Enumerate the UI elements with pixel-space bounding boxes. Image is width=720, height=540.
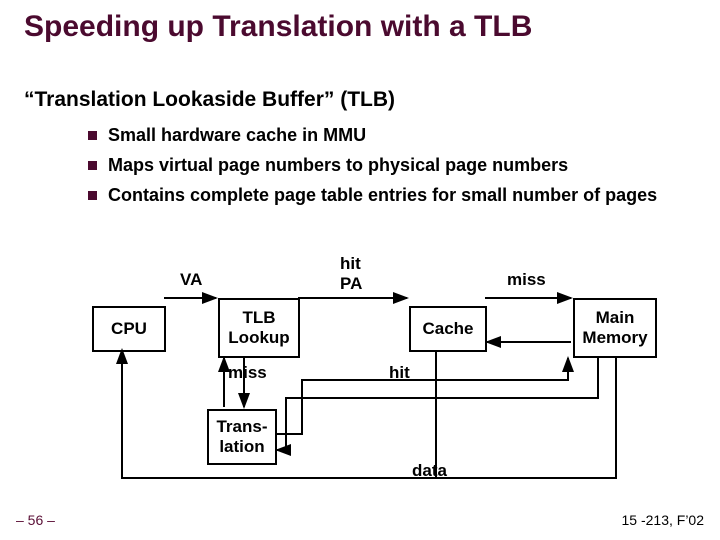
label-miss-top: miss [507, 270, 546, 290]
box-cpu: CPU [92, 306, 166, 352]
box-memory: Main Memory [573, 298, 657, 358]
slide-subtitle: “Translation Lookaside Buffer” (TLB) [24, 88, 395, 112]
label-data: data [412, 461, 447, 481]
footer-course: 15 -213, F’02 [622, 512, 705, 528]
bullet-item: Contains complete page table entries for… [88, 184, 690, 208]
label-hit-bot: hit [389, 363, 410, 383]
label-va: VA [180, 270, 202, 290]
footer-page-number: – 56 – [16, 512, 55, 528]
diagram-arrows [0, 0, 720, 540]
bullet-list: Small hardware cache in MMU Maps virtual… [88, 124, 690, 213]
box-cache: Cache [409, 306, 487, 352]
box-translation: Trans- lation [207, 409, 277, 465]
slide-title: Speeding up Translation with a TLB [24, 10, 710, 44]
bullet-item: Maps virtual page numbers to physical pa… [88, 154, 690, 178]
diagram: CPU TLB Lookup Cache Main Memory Trans- … [0, 0, 720, 540]
bullet-item: Small hardware cache in MMU [88, 124, 690, 148]
label-hit-pa: hit PA [340, 254, 362, 294]
box-tlb: TLB Lookup [218, 298, 300, 358]
label-miss-bot: miss [228, 363, 267, 383]
